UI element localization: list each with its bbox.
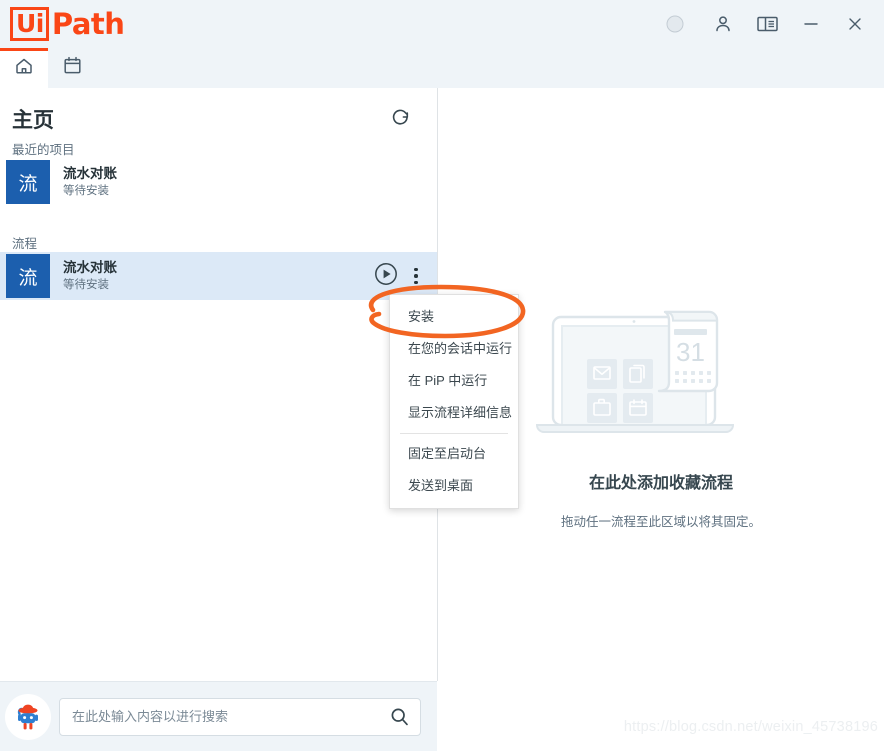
menu-separator	[400, 433, 508, 434]
menu-item-send-to-desktop[interactable]: 发送到桌面	[390, 470, 518, 502]
menu-item-run-in-session[interactable]: 在您的会话中运行	[390, 333, 518, 365]
search-box[interactable]	[59, 698, 421, 736]
search-icon[interactable]	[390, 707, 409, 726]
process-context-menu: 安装 在您的会话中运行 在 PiP 中运行 显示流程详细信息 固定至启动台 发送…	[389, 294, 519, 509]
close-button[interactable]	[838, 7, 872, 41]
menu-item-pin-to-launchpad[interactable]: 固定至启动台	[390, 438, 518, 470]
play-process-button[interactable]	[373, 263, 399, 289]
recent-item-name: 流水对账	[63, 165, 117, 183]
empty-state-illustration: 31	[531, 283, 791, 433]
calendar-icon	[63, 56, 82, 80]
recent-item-meta: 流水对账 等待安装	[63, 165, 117, 199]
process-tile-icon: 流	[6, 160, 50, 204]
robot-mascot-icon[interactable]	[5, 694, 51, 740]
left-panel: 主页 最近的项目 流 流水对账 等待安装 流程 流 流水对账 等待	[0, 88, 437, 681]
svg-text:31: 31	[676, 337, 705, 367]
process-item-status: 等待安装	[63, 277, 117, 293]
search-input[interactable]	[72, 709, 387, 724]
minimize-button[interactable]	[794, 7, 828, 41]
menu-item-install[interactable]: 安装	[390, 301, 518, 333]
process-more-menu-button[interactable]	[403, 263, 429, 289]
logo-box-text: Ui	[10, 7, 49, 41]
recent-item-status: 等待安装	[63, 183, 117, 199]
section-label-recent: 最近的项目	[12, 139, 75, 158]
tab-calendar[interactable]	[48, 48, 96, 88]
process-row-selected[interactable]: 流 流水对账 等待安装	[0, 252, 437, 300]
process-item-name: 流水对账	[63, 259, 117, 277]
page-title: 主页	[12, 104, 54, 134]
process-tile-icon: 流	[6, 254, 50, 298]
bottom-search-bar	[0, 681, 437, 751]
home-icon	[14, 56, 34, 81]
process-item-meta: 流水对账 等待安装	[63, 259, 117, 293]
kebab-menu-icon	[414, 266, 418, 286]
uipath-logo: Ui Path	[10, 7, 124, 41]
status-circle-icon[interactable]	[658, 7, 692, 41]
window-controls	[658, 0, 884, 48]
menu-item-run-in-pip[interactable]: 在 PiP 中运行	[390, 365, 518, 397]
refresh-icon	[390, 107, 411, 133]
menu-item-show-process-details[interactable]: 显示流程详细信息	[390, 397, 518, 429]
section-label-processes: 流程	[12, 233, 37, 252]
recent-item-row[interactable]: 流 流水对账 等待安装	[0, 158, 437, 206]
tab-strip	[0, 48, 884, 88]
logo-word-text: Path	[52, 9, 125, 40]
user-account-icon[interactable]	[706, 7, 740, 41]
uipath-assistant-window: Ui Path	[0, 0, 884, 751]
watermark-text: https://blog.csdn.net/weixin_45738196	[624, 719, 878, 735]
side-panel-icon[interactable]	[750, 7, 784, 41]
process-row-actions	[373, 263, 437, 289]
title-bar: Ui Path	[0, 0, 884, 48]
empty-state-subtitle: 拖动任一流程至此区域以将其固定。	[438, 511, 884, 530]
play-icon	[374, 262, 398, 291]
refresh-button[interactable]	[386, 106, 414, 134]
tab-home[interactable]	[0, 48, 48, 88]
